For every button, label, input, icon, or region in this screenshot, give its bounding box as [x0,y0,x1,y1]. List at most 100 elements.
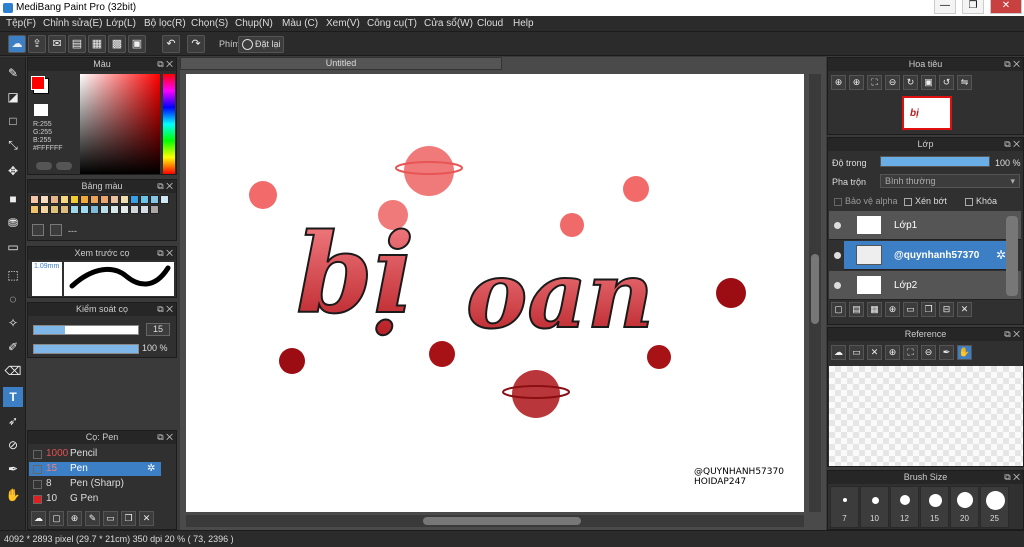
protect-alpha-option[interactable]: Bảo vệ alpha [834,196,898,206]
layer-row-active[interactable]: @quynhanh57370 ✲ [844,241,1008,270]
layers-scroll-thumb[interactable] [1006,216,1018,296]
text-tool-icon[interactable]: T [3,387,23,407]
magic-wand-tool-icon[interactable]: ✧ [3,313,23,333]
palette-swatch[interactable] [70,195,79,204]
panel-controls-icon[interactable]: ⧉ ✕ [1004,58,1020,71]
menu-help[interactable]: Help [513,18,534,29]
document-canvas[interactable]: bị oan @QUYNHANH57370 HOIDAP247 [186,74,804,512]
palette-swatch[interactable] [100,195,109,204]
palette-swatch[interactable] [90,205,99,214]
blend-mode-select[interactable]: Bình thường ▾ [880,174,1020,188]
brush-tool-icon[interactable]: ✎ [3,63,23,83]
color-swap-toggle[interactable] [56,162,72,170]
brush-size-cell[interactable]: 10 [860,486,889,528]
hand-icon[interactable]: ✋ [957,345,972,360]
brush-opacity-slider[interactable] [33,344,139,354]
fit-icon[interactable]: ⛶ [867,75,882,90]
eyedropper-tool-icon[interactable]: ✒ [3,459,23,479]
vertical-scroll-thumb[interactable] [811,254,819,324]
menu-capture[interactable]: Chụp(N) [235,18,273,29]
zoom-in-icon[interactable]: ⊕ [831,75,846,90]
palette-swatch[interactable] [70,205,79,214]
menu-layer[interactable]: Lớp(L) [106,18,136,29]
menu-select[interactable]: Chọn(S) [191,18,228,29]
panel-controls-icon[interactable]: ⧉ ✕ [157,180,173,193]
cloud-brush-icon[interactable]: ☁ [31,511,46,526]
eye-icon[interactable] [834,282,841,289]
brush-size-cell[interactable]: 20 [950,486,979,528]
palette-swatch[interactable] [150,195,159,204]
palette-swatch[interactable] [60,195,69,204]
menu-window[interactable]: Cửa sổ(W) [424,18,473,29]
panel-controls-icon[interactable]: ⧉ ✕ [1004,328,1020,341]
maximize-button[interactable]: ❐ [962,0,984,14]
palette-swatch[interactable] [40,195,49,204]
new-color-layer-icon[interactable]: ▤ [849,302,864,317]
color-mode-toggle[interactable] [36,162,52,170]
menu-cloud[interactable]: Cloud [477,18,503,29]
layer-opacity-slider[interactable] [880,156,990,167]
brush-item-active[interactable]: 15 Pen ✲ [29,462,161,476]
tab-untitled[interactable]: Untitled [180,57,502,70]
palette-swatch[interactable] [50,205,59,214]
panel-controls-icon[interactable]: ⧉ ✕ [1004,138,1020,151]
clipping-checkbox[interactable] [904,197,912,206]
gradient-tool-icon[interactable]: ▭ [3,237,23,257]
menu-filter[interactable]: Bộ lọc(R) [144,18,186,29]
lock-option[interactable]: Khóa [965,196,997,206]
open-folder-icon[interactable]: ▭ [849,345,864,360]
panel-controls-icon[interactable]: ⧉ ✕ [1004,471,1020,484]
reference-canvas[interactable] [829,366,1023,466]
flip-icon[interactable]: ⇋ [957,75,972,90]
palette-swatch[interactable] [30,195,39,204]
palette-swatch[interactable] [120,195,129,204]
menu-tools[interactable]: Công cụ(T) [367,18,417,29]
document-icon[interactable]: ▤ [68,35,86,53]
menu-file[interactable]: Tệp(F) [6,18,36,29]
eye-icon[interactable] [834,222,841,229]
comment-icon[interactable]: ✉ [48,35,66,53]
delete-swatch-icon[interactable] [50,224,62,236]
move-tool-icon[interactable]: ✥ [3,161,23,181]
new-layer-icon[interactable]: ▢ [831,302,846,317]
palette-swatch[interactable] [130,195,139,204]
brush-size-slider[interactable] [33,325,139,335]
eye-icon[interactable] [834,252,841,259]
palette-swatch[interactable] [60,205,69,214]
layer-row[interactable]: Lớp2 [829,271,1021,300]
zoom-icon[interactable]: ⊕ [849,75,864,90]
palette-swatch[interactable] [130,205,139,214]
page-icon[interactable]: ▦ [88,35,106,53]
palette-swatch[interactable] [80,205,89,214]
palette-swatch[interactable] [30,205,39,214]
edit-brush-icon[interactable]: ✎ [85,511,100,526]
fill-rect-tool-icon[interactable]: ■ [3,189,23,209]
layer-row[interactable]: Lớp1 [829,211,1021,240]
delete-brush-icon[interactable]: ✕ [139,511,154,526]
palette-swatch[interactable] [50,195,59,204]
add-layer-menu-icon[interactable]: ⊕ [885,302,900,317]
hand-tool-icon[interactable]: ✋ [3,485,23,505]
rectangle-tool-icon[interactable]: □ [3,111,23,131]
brush-size-cell[interactable]: 7 [830,486,859,528]
merge-layer-icon[interactable]: ⊟ [939,302,954,317]
palette-swatch[interactable] [120,205,129,214]
delete-layer-icon[interactable]: ✕ [957,302,972,317]
zoom-out-icon[interactable]: ⊖ [885,75,900,90]
select-pen-tool-icon[interactable]: ✐ [3,337,23,357]
close-icon[interactable]: ✕ [867,345,882,360]
menu-view[interactable]: Xem(V) [326,18,360,29]
bucket-tool-icon[interactable]: ⛃ [3,213,23,233]
add-brush-icon[interactable]: ⊕ [67,511,82,526]
new-brush-icon[interactable]: ▢ [49,511,64,526]
gear-icon[interactable]: ✲ [996,248,1006,262]
tiles-icon[interactable]: ▣ [128,35,146,53]
grid-icon[interactable]: ▩ [108,35,126,53]
operation-tool-icon[interactable]: ➶ [3,411,23,431]
stroke-tool-icon[interactable]: ⤡ [3,135,23,155]
panel-controls-icon[interactable]: ⧉ ✕ [157,431,173,444]
folder-icon[interactable]: ▭ [103,511,118,526]
share-icon[interactable]: ⇪ [28,35,46,53]
folder-icon[interactable]: ▭ [903,302,918,317]
copy-brush-icon[interactable]: ❐ [121,511,136,526]
